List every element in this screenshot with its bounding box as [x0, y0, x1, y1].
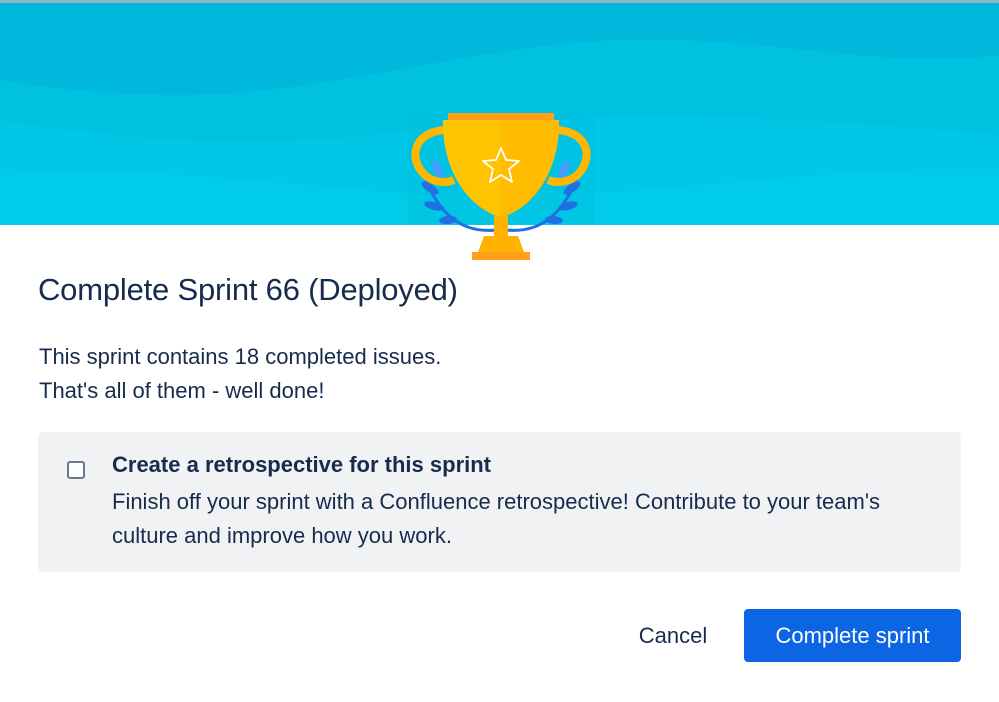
summary-line-completed: This sprint contains 18 completed issues…	[39, 344, 442, 369]
complete-sprint-button[interactable]: Complete sprint	[744, 609, 961, 662]
summary-line-well-done: That's all of them - well done!	[39, 378, 325, 403]
retrospective-description: Finish off your sprint with a Confluence…	[112, 489, 881, 548]
retrospective-panel: Create a retrospective for this sprint F…	[38, 432, 961, 572]
trophy-icon	[408, 110, 594, 260]
retrospective-checkbox[interactable]	[67, 461, 85, 479]
sprint-summary: This sprint contains 18 completed issues…	[39, 340, 441, 408]
retrospective-title: Create a retrospective for this sprint	[112, 452, 492, 477]
complete-sprint-dialog: Complete Sprint 66 (Deployed) This sprin…	[0, 0, 999, 702]
dialog-title: Complete Sprint 66 (Deployed)	[38, 272, 458, 307]
cancel-button[interactable]: Cancel	[620, 609, 726, 662]
